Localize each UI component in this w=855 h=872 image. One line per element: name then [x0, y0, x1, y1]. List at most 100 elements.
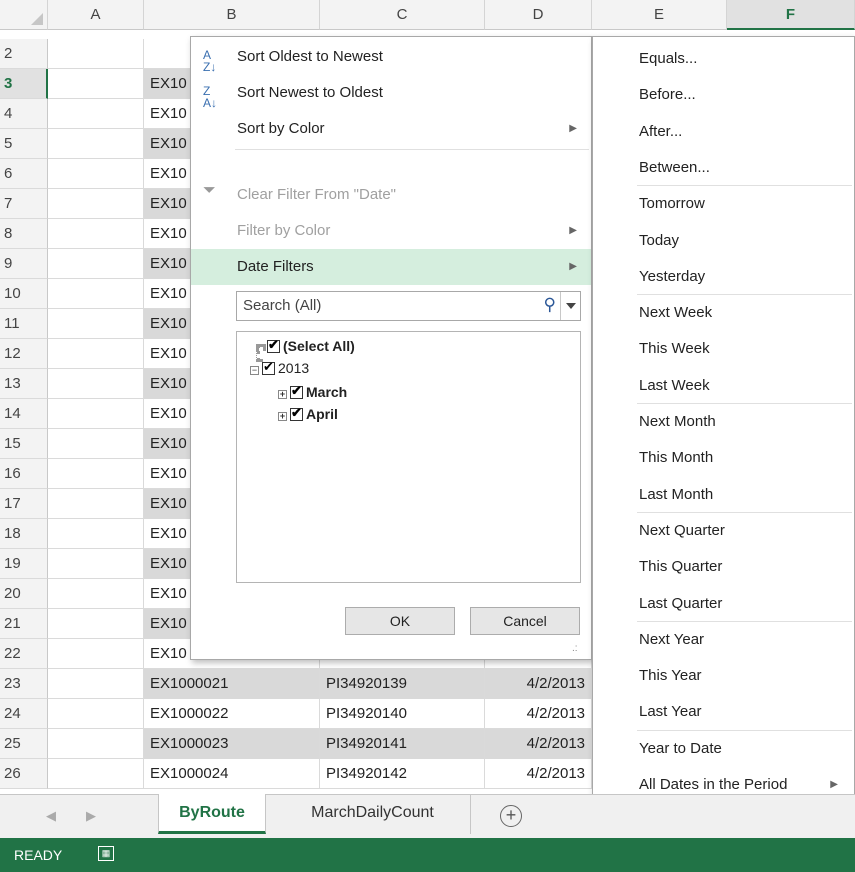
date-filter-option[interactable]: Today	[593, 223, 854, 259]
column-header-d[interactable]: D	[485, 0, 592, 30]
sort-newest-to-oldest[interactable]: Z A↓ Sort Newest to Oldest	[191, 75, 591, 111]
tree-node-march[interactable]: + March	[278, 383, 347, 400]
row-header[interactable]: 18	[0, 519, 48, 549]
cell-a[interactable]	[48, 729, 144, 759]
cell-a[interactable]	[48, 459, 144, 489]
row-header[interactable]: 4	[0, 99, 48, 129]
tree-node-april[interactable]: + April	[278, 405, 338, 422]
cell-d[interactable]: 4/2/2013	[485, 699, 592, 729]
cell-a[interactable]	[48, 489, 144, 519]
cell-a[interactable]	[48, 639, 144, 669]
cancel-button[interactable]: Cancel	[470, 607, 580, 635]
cell-a[interactable]	[48, 99, 144, 129]
date-filter-option[interactable]: Last Month	[593, 477, 854, 513]
resize-grip-icon[interactable]: .:	[572, 643, 578, 654]
cell-d[interactable]: 4/2/2013	[485, 669, 592, 699]
sheet-tab-marchdailycount[interactable]: MarchDailyCount	[275, 794, 471, 834]
sheet-tab-byroute[interactable]: ByRoute	[158, 794, 266, 834]
cell-a[interactable]	[48, 369, 144, 399]
row-header[interactable]: 24	[0, 699, 48, 729]
cell-a[interactable]	[48, 699, 144, 729]
cell-a[interactable]	[48, 189, 144, 219]
row-header[interactable]: 25	[0, 729, 48, 759]
row-header[interactable]: 20	[0, 579, 48, 609]
ok-button[interactable]: OK	[345, 607, 455, 635]
search-icon[interactable]: ⚲	[544, 295, 556, 315]
row-header[interactable]: 13	[0, 369, 48, 399]
row-header[interactable]: 21	[0, 609, 48, 639]
date-filter-option[interactable]: Next Month	[593, 404, 854, 440]
row-header[interactable]: 16	[0, 459, 48, 489]
row-header[interactable]: 7	[0, 189, 48, 219]
sort-by-color[interactable]: Sort by Color ▶	[191, 111, 591, 147]
date-filter-option[interactable]: Next Year	[593, 622, 854, 658]
date-filter-option[interactable]: Last Quarter	[593, 586, 854, 622]
row-header[interactable]: 22	[0, 639, 48, 669]
filter-value-tree[interactable]: (Select All) − 2013 + March + April	[236, 331, 581, 583]
collapse-icon[interactable]: −	[250, 366, 259, 375]
row-header[interactable]: 17	[0, 489, 48, 519]
date-filter-option[interactable]: Last Year	[593, 694, 854, 730]
tree-node-select-all[interactable]: (Select All)	[267, 337, 355, 354]
cell-a[interactable]	[48, 159, 144, 189]
filter-search-input[interactable]: Search (All) ⚲	[236, 291, 581, 321]
row-header[interactable]: 11	[0, 309, 48, 339]
row-header[interactable]: 2	[0, 39, 48, 69]
date-filter-option[interactable]: Between...	[593, 150, 854, 186]
column-header-e[interactable]: E	[592, 0, 727, 30]
cell-b[interactable]: EX1000023	[144, 729, 320, 759]
column-header-c[interactable]: C	[320, 0, 485, 30]
row-header[interactable]: 19	[0, 549, 48, 579]
tree-node-2013[interactable]: − 2013	[250, 359, 309, 376]
scroll-tabs-right-icon[interactable]: ▶	[86, 808, 96, 824]
row-header[interactable]: 23	[0, 669, 48, 699]
date-filter-option[interactable]: Next Quarter	[593, 513, 854, 549]
checkbox-checked[interactable]	[267, 337, 280, 353]
column-header-b[interactable]: B	[144, 0, 320, 30]
column-header-a[interactable]: A	[48, 0, 144, 30]
date-filter-option[interactable]: After...	[593, 114, 854, 150]
checkbox-checked[interactable]	[290, 405, 303, 421]
date-filters[interactable]: Date Filters ▶	[191, 249, 591, 285]
cell-b[interactable]: EX1000024	[144, 759, 320, 789]
cell-a[interactable]	[48, 219, 144, 249]
cell-d[interactable]: 4/2/2013	[485, 729, 592, 759]
row-header[interactable]: 8	[0, 219, 48, 249]
cell-b[interactable]: EX1000021	[144, 669, 320, 699]
filter-by-color[interactable]: Filter by Color ▶	[191, 213, 591, 249]
cell-b[interactable]: EX1000022	[144, 699, 320, 729]
clear-filter[interactable]: ⏷ Clear Filter From "Date"	[191, 177, 591, 213]
row-header[interactable]: 14	[0, 399, 48, 429]
date-filter-option[interactable]: Next Week	[593, 295, 854, 331]
row-header[interactable]: 10	[0, 279, 48, 309]
cell-a[interactable]	[48, 609, 144, 639]
cell-a[interactable]	[48, 429, 144, 459]
column-header-f[interactable]: F	[727, 0, 855, 30]
cell-a[interactable]	[48, 309, 144, 339]
cell-c[interactable]: PI34920139	[320, 669, 485, 699]
cell-a[interactable]	[48, 69, 144, 99]
cell-a[interactable]	[48, 399, 144, 429]
cell-a[interactable]	[48, 39, 144, 69]
date-filter-option[interactable]: Yesterday	[593, 259, 854, 295]
row-header[interactable]: 3	[0, 69, 48, 99]
scroll-tabs-left-icon[interactable]: ◀	[46, 808, 56, 824]
cell-a[interactable]	[48, 669, 144, 699]
expand-icon[interactable]: +	[278, 390, 287, 399]
date-filter-option[interactable]: Year to Date	[593, 731, 854, 767]
date-filter-option[interactable]: Equals...	[593, 41, 854, 77]
cell-a[interactable]	[48, 759, 144, 789]
add-sheet-icon[interactable]: +	[500, 805, 522, 827]
cell-a[interactable]	[48, 519, 144, 549]
row-header[interactable]: 5	[0, 129, 48, 159]
cell-c[interactable]: PI34920140	[320, 699, 485, 729]
cell-a[interactable]	[48, 339, 144, 369]
date-filter-option[interactable]: Last Week	[593, 368, 854, 404]
date-filter-option[interactable]: This Week	[593, 331, 854, 367]
cell-d[interactable]: 4/2/2013	[485, 759, 592, 789]
row-header[interactable]: 9	[0, 249, 48, 279]
checkbox-checked[interactable]	[290, 383, 303, 399]
date-filter-option[interactable]: Tomorrow	[593, 186, 854, 222]
sort-oldest-to-newest[interactable]: A Z↓ Sort Oldest to Newest	[191, 39, 591, 75]
expand-icon[interactable]: +	[278, 412, 287, 421]
